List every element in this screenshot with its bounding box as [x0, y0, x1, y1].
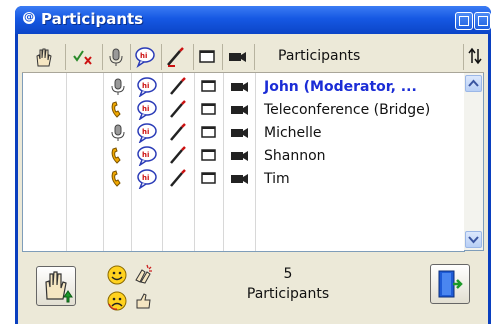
participant-count-label: Participants — [246, 286, 330, 302]
column-raise-hand[interactable] — [32, 46, 52, 68]
participant-list[interactable]: hi John (Moderator, ... hi Teleconferenc… — [22, 73, 465, 252]
chevron-up-icon — [468, 79, 479, 87]
bottom-toolbar: 5 Participants — [18, 252, 488, 324]
sort-button[interactable] — [468, 47, 482, 69]
smiley-sad-button[interactable] — [106, 290, 128, 312]
app-logo-icon: @ — [23, 12, 35, 24]
participant-row[interactable]: hi Teleconference (Bridge) — [23, 99, 465, 121]
column-microphone[interactable] — [106, 46, 126, 68]
exit-meeting-button[interactable] — [430, 264, 470, 304]
chat-icon[interactable]: hi — [136, 169, 158, 190]
chat-icon[interactable]: hi — [136, 77, 158, 98]
raised-hand-icon — [36, 48, 52, 67]
sad-face-icon — [107, 291, 127, 311]
pen-icon — [167, 47, 184, 67]
thumbs-button[interactable] — [132, 290, 154, 312]
happy-face-icon — [107, 265, 127, 285]
window-icon[interactable] — [200, 146, 218, 166]
video-camera-icon[interactable] — [229, 169, 251, 189]
raise-hand-icon — [45, 271, 73, 303]
phone-icon[interactable] — [109, 100, 127, 120]
column-header: hi Participants — [22, 42, 484, 73]
microphone-icon — [109, 48, 123, 66]
sort-arrows-icon — [468, 47, 482, 65]
svg-text:hi: hi — [142, 174, 149, 182]
participant-row[interactable]: hi Shannon — [23, 145, 465, 167]
participant-row[interactable]: hi John (Moderator, ... — [23, 76, 465, 98]
scroll-down-button[interactable] — [465, 231, 482, 248]
restore-button[interactable] — [455, 12, 473, 30]
restore-icon — [459, 16, 469, 26]
chevron-down-icon — [468, 236, 479, 244]
maximize-button[interactable] — [474, 12, 491, 30]
scroll-up-button[interactable] — [465, 75, 482, 92]
raise-hand-button[interactable] — [36, 266, 76, 306]
title-bar[interactable]: @ Participants — [15, 6, 491, 34]
smiley-happy-button[interactable] — [106, 264, 128, 286]
column-chat[interactable]: hi — [134, 46, 158, 68]
applause-button[interactable] — [132, 262, 154, 284]
video-camera-icon[interactable] — [229, 100, 251, 120]
clapping-hands-icon — [135, 264, 152, 284]
chat-icon[interactable]: hi — [136, 123, 158, 144]
window-icon[interactable] — [200, 123, 218, 143]
participant-name[interactable]: Teleconference (Bridge) — [264, 102, 430, 118]
svg-text:hi: hi — [142, 105, 149, 113]
exit-door-icon — [438, 270, 463, 298]
participant-name[interactable]: Shannon — [264, 148, 326, 164]
participant-row[interactable]: hi Tim — [23, 168, 465, 190]
column-video[interactable] — [227, 46, 249, 68]
window-icon[interactable] — [200, 100, 218, 120]
video-camera-icon[interactable] — [229, 123, 251, 143]
check-cross-icon — [73, 50, 92, 65]
chat-icon[interactable]: hi — [136, 100, 158, 121]
video-camera-icon[interactable] — [229, 77, 251, 97]
column-status[interactable] — [72, 46, 96, 68]
microphone-icon[interactable] — [109, 123, 127, 143]
phone-icon[interactable] — [109, 146, 127, 166]
window-icon[interactable] — [200, 77, 218, 97]
pen-icon[interactable] — [168, 123, 188, 143]
participant-row[interactable]: hi Michelle — [23, 122, 465, 144]
participant-count: 5 — [283, 266, 293, 282]
microphone-icon[interactable] — [109, 77, 127, 97]
maximize-icon — [478, 16, 488, 26]
participant-name[interactable]: Michelle — [264, 125, 322, 141]
svg-text:hi: hi — [140, 52, 147, 60]
participant-name[interactable]: Tim — [264, 171, 290, 187]
svg-text:hi: hi — [142, 82, 149, 90]
phone-icon[interactable] — [109, 169, 127, 189]
hand-gesture-icon — [136, 293, 151, 309]
window-icon[interactable] — [200, 169, 218, 189]
vertical-scrollbar[interactable] — [464, 73, 484, 251]
participants-window: @ Participants hi Participants hi John (… — [15, 6, 491, 324]
column-screen-share[interactable] — [198, 46, 218, 68]
column-annotate[interactable] — [165, 46, 187, 68]
participants-panel: hi Participants hi John (Moderator, ... … — [18, 34, 488, 324]
chat-icon[interactable]: hi — [136, 146, 158, 167]
svg-text:hi: hi — [142, 128, 149, 136]
pen-icon[interactable] — [168, 77, 188, 97]
column-participants[interactable]: Participants — [278, 48, 360, 70]
window-icon — [199, 50, 215, 63]
video-camera-icon — [229, 52, 246, 62]
pen-icon[interactable] — [168, 100, 188, 120]
participant-name[interactable]: John (Moderator, ... — [264, 79, 417, 95]
pen-icon[interactable] — [168, 146, 188, 166]
video-camera-icon[interactable] — [229, 146, 251, 166]
chat-icon: hi — [135, 47, 155, 68]
pen-icon[interactable] — [168, 169, 188, 189]
svg-text:hi: hi — [142, 151, 149, 159]
window-title: Participants — [41, 10, 144, 28]
